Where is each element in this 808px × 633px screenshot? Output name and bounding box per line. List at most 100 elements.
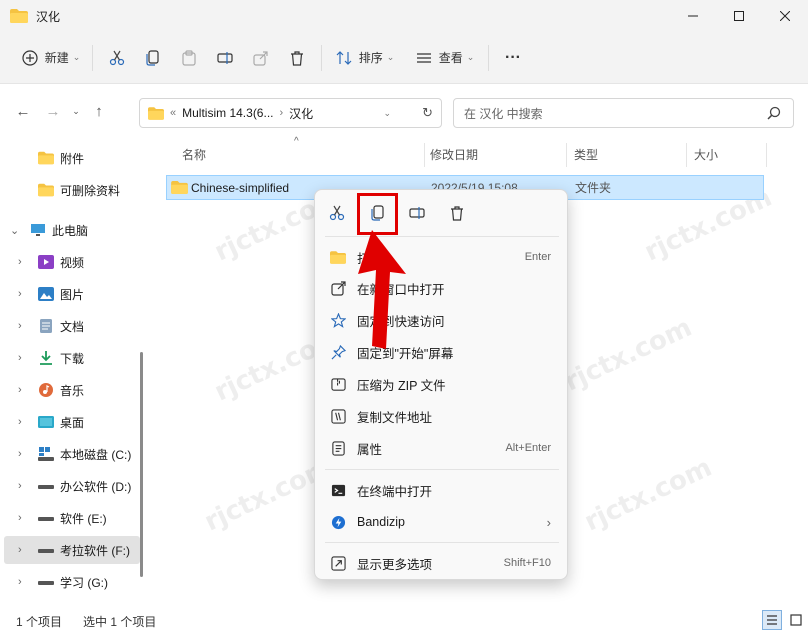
refresh-icon[interactable]: ↻ xyxy=(422,105,433,121)
computer-icon xyxy=(31,224,45,236)
share-button[interactable] xyxy=(243,40,279,76)
terminal-icon xyxy=(331,484,345,496)
chevron-right-icon[interactable]: › xyxy=(18,384,22,396)
menu-item-open-terminal[interactable]: 在终端中打开 xyxy=(319,475,565,505)
tiles-view-button[interactable] xyxy=(786,610,806,630)
download-icon xyxy=(40,351,52,365)
search-input[interactable]: 在 汉化 中搜索 xyxy=(453,98,794,128)
windows-drive-icon xyxy=(38,447,54,461)
copy-button[interactable] xyxy=(135,40,171,76)
copy-path-icon xyxy=(330,408,346,424)
chevron-right-icon[interactable]: › xyxy=(18,288,22,300)
breadcrumb-item-multisim[interactable]: Multisim 14.3(6... xyxy=(182,106,273,120)
open-external-icon xyxy=(330,280,346,296)
breadcrumb-item-current[interactable]: 汉化 xyxy=(289,105,313,122)
context-rename-button[interactable] xyxy=(406,202,428,224)
menu-item-compress-zip[interactable]: 压缩为 ZIP 文件 xyxy=(319,369,565,399)
sidebar-item-this-pc[interactable]: ⌄ 此电脑 xyxy=(0,216,140,244)
menu-divider xyxy=(325,469,559,470)
menu-item-copy-path[interactable]: 复制文件地址 xyxy=(319,401,565,431)
chevron-right-icon[interactable]: › xyxy=(18,544,22,556)
column-divider[interactable] xyxy=(686,143,687,167)
sidebar-item-pictures[interactable]: › 图片 xyxy=(0,280,140,308)
sidebar-item-downloads[interactable]: › 下载 xyxy=(0,344,140,372)
sidebar-item-label: 办公软件 (D:) xyxy=(60,479,132,494)
sidebar-item-desktop[interactable]: › 桌面 xyxy=(0,408,140,436)
breadcrumb-separator: › xyxy=(279,107,284,119)
drive-icon xyxy=(38,549,54,553)
sidebar-item-drive-e[interactable]: › 软件 (E:) xyxy=(0,504,140,532)
menu-item-bandizip[interactable]: Bandizip › xyxy=(319,507,565,537)
up-arrow-icon[interactable]: ↑ xyxy=(84,103,114,120)
sidebar-item-label: 视频 xyxy=(60,255,85,270)
details-view-button[interactable] xyxy=(762,610,782,630)
address-history-chevron-icon[interactable]: ⌄ xyxy=(383,108,391,119)
navigation-pane: 附件 可删除资料 ⌄ 此电脑 › 视频 › 图片 › 文档 › 下载 › 音乐 … xyxy=(0,138,148,608)
address-bar[interactable]: « Multisim 14.3(6... › 汉化 ⌄ ↻ xyxy=(139,98,442,128)
sidebar-item-label: 学习 (G:) xyxy=(60,575,108,590)
sidebar-item-drive-d[interactable]: › 办公软件 (D:) xyxy=(0,472,140,500)
maximize-icon xyxy=(734,11,744,21)
sidebar-scrollbar[interactable] xyxy=(140,352,143,577)
column-divider[interactable] xyxy=(424,143,425,167)
menu-item-properties[interactable]: 属性 Alt+Enter xyxy=(319,433,565,463)
window-title: 汉化 xyxy=(36,9,61,24)
chevron-right-icon[interactable]: › xyxy=(18,448,22,460)
sidebar-item-deletable[interactable]: 可删除资料 xyxy=(0,176,140,204)
context-cut-button[interactable] xyxy=(326,202,348,224)
column-header-name[interactable]: 名称 xyxy=(182,146,206,163)
cut-button[interactable] xyxy=(99,40,135,76)
close-button[interactable] xyxy=(762,0,808,32)
more-button[interactable]: ··· xyxy=(495,40,531,76)
document-icon xyxy=(40,319,52,333)
new-label: 新建 xyxy=(44,51,69,65)
column-header-modified[interactable]: 修改日期 xyxy=(430,146,478,163)
chevron-down-icon[interactable]: ⌄ xyxy=(10,224,19,237)
zip-folder-icon xyxy=(330,377,346,391)
minimize-button[interactable] xyxy=(670,0,716,32)
recent-chevron-icon[interactable]: ⌄ xyxy=(68,106,84,117)
bandizip-icon xyxy=(331,515,345,529)
paste-button[interactable] xyxy=(171,40,207,76)
sidebar-item-documents[interactable]: › 文档 xyxy=(0,312,140,340)
sidebar-item-drive-c[interactable]: › 本地磁盘 (C:) xyxy=(0,440,140,468)
sidebar-item-music[interactable]: › 音乐 xyxy=(0,376,140,404)
toolbar-divider xyxy=(321,44,322,71)
chevron-right-icon[interactable]: › xyxy=(18,576,22,588)
rename-button[interactable] xyxy=(207,40,243,76)
new-button[interactable]: 新建 ⌄ xyxy=(16,40,86,76)
column-divider[interactable] xyxy=(566,143,567,167)
view-button[interactable]: 查看 ⌄ xyxy=(408,40,482,76)
delete-button[interactable] xyxy=(279,40,315,76)
sidebar-item-drive-f[interactable]: › 考拉软件 (F:) xyxy=(4,536,140,564)
forward-arrow-icon[interactable]: → xyxy=(38,103,68,120)
breadcrumb-overflow[interactable]: « xyxy=(170,107,176,119)
chevron-right-icon[interactable]: › xyxy=(18,256,22,268)
chevron-right-icon[interactable]: › xyxy=(18,352,22,364)
sidebar-item-attachments[interactable]: 附件 xyxy=(0,144,140,172)
column-divider[interactable] xyxy=(766,143,767,167)
trash-icon xyxy=(291,50,303,66)
chevron-right-icon[interactable]: › xyxy=(18,512,22,524)
column-header-size[interactable]: 大小 xyxy=(694,146,718,163)
search-icon xyxy=(767,106,781,120)
chevron-right-icon[interactable]: › xyxy=(18,416,22,428)
menu-item-label: 属性 xyxy=(357,442,383,457)
sidebar-item-videos[interactable]: › 视频 xyxy=(0,248,140,276)
chevron-right-icon[interactable]: › xyxy=(18,320,22,332)
file-name: Chinese-simplified xyxy=(191,180,290,195)
menu-item-label: Bandizip xyxy=(357,515,405,529)
sidebar-item-label: 软件 (E:) xyxy=(60,511,107,526)
chevron-right-icon[interactable]: › xyxy=(18,480,22,492)
video-icon xyxy=(38,255,54,269)
back-arrow-icon[interactable]: ← xyxy=(8,103,38,120)
sidebar-item-drive-g[interactable]: › 学习 (G:) xyxy=(0,568,140,596)
context-delete-button[interactable] xyxy=(446,202,468,224)
sidebar-item-label: 图片 xyxy=(60,287,85,302)
maximize-button[interactable] xyxy=(716,0,762,32)
menu-item-label: 显示更多选项 xyxy=(357,557,433,572)
sidebar-item-label: 音乐 xyxy=(60,383,85,398)
menu-item-show-more[interactable]: 显示更多选项 Shift+F10 xyxy=(319,548,565,578)
column-header-type[interactable]: 类型 xyxy=(574,146,598,163)
sort-button[interactable]: 排序 ⌄ xyxy=(328,40,402,76)
